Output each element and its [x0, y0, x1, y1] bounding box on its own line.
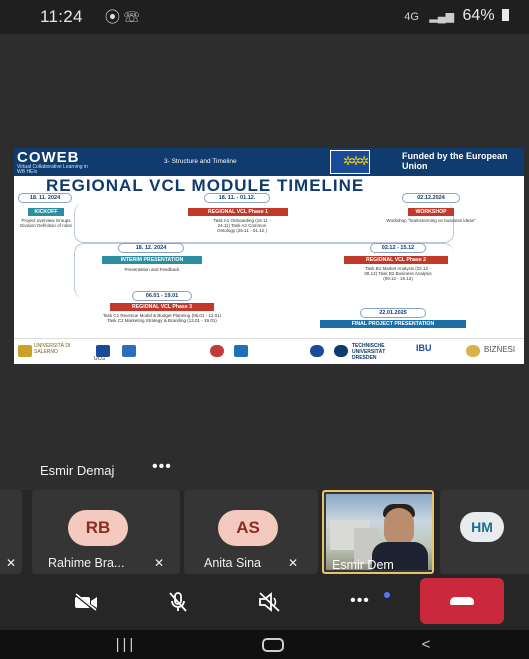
partner-logo-text: BIZNESI: [484, 345, 516, 354]
partner-logo-text: UCG: [94, 356, 106, 362]
milestone-date: 18. 11. - 01.12.: [204, 193, 270, 203]
participant-name: Anita Sina: [204, 556, 261, 570]
speaker-off-icon[interactable]: [250, 584, 290, 618]
call-controls: •••: [0, 574, 529, 630]
back-button[interactable]: <: [406, 636, 446, 654]
notification-dot: [384, 592, 390, 598]
milestone-date: 02.12 - 15.12: [370, 243, 426, 253]
video-person: [384, 508, 414, 546]
mic-muted-icon: ✕: [288, 556, 299, 570]
mic-muted-icon: ✕: [6, 556, 17, 570]
milestone-note: Task A1 Onboarding (18.11 - 24.11) Task …: [213, 218, 271, 233]
milestone-tag: REGIONAL VCL Phase 3: [110, 303, 214, 311]
university-logo-icon: [234, 345, 248, 357]
network-indicator: 4G: [404, 11, 419, 23]
phone-hangup-icon: [450, 597, 474, 605]
status-right: 4G ▂▄▆ 64%: [404, 7, 509, 25]
notification-icons: ⦿ ☏: [105, 9, 140, 26]
milestone-tag: REGIONAL VCL Phase 1: [188, 208, 288, 216]
active-speaker-name: Esmir Demaj: [40, 463, 115, 478]
university-logo-icon: [210, 345, 224, 357]
status-time: 11:24: [40, 7, 83, 26]
mic-off-icon[interactable]: [158, 584, 198, 618]
participant-tile[interactable]: ✕: [0, 490, 22, 574]
coweb-subtitle: Virtual Collaborative Learning in WB HEI…: [17, 164, 88, 175]
participant-tile[interactable]: AS Anita Sina ✕: [184, 490, 318, 574]
avatar: AS: [218, 510, 278, 546]
camera-off-icon[interactable]: [66, 584, 106, 618]
university-logo-icon: [122, 345, 136, 357]
eu-funding-text: Funded by the European Union: [402, 151, 508, 171]
milestone-note: Project overview Groups Division Definit…: [20, 218, 72, 228]
status-bar: 11:24 ⦿ ☏ 4G ▂▄▆ 64%: [0, 0, 529, 34]
milestone-note: Task B1 Market Analysis (02.12 - 08.12) …: [364, 266, 432, 281]
milestone-tag: WORKSHOP: [408, 208, 454, 216]
shared-slide: COWEB Virtual Collaborative Learning in …: [14, 148, 524, 364]
slide-section: 3- Structure and Timeline: [164, 158, 237, 165]
milestone-note: Task C1 Revenue Model & Budget Planning …: [102, 313, 222, 323]
speaker-more-button[interactable]: •••: [152, 458, 172, 476]
participant-tile-active[interactable]: Esmir Dem: [322, 490, 434, 574]
recents-button[interactable]: |||: [106, 636, 146, 654]
battery-icon: [502, 9, 509, 21]
partner-logos: UNIVERSITÀ DI SALERNO UCG TECHNISCHE UNI…: [14, 338, 524, 364]
avatar: HM: [460, 512, 504, 542]
slide-header: COWEB Virtual Collaborative Learning in …: [14, 148, 524, 176]
milestone-tag: KICKOFF: [28, 208, 64, 216]
milestone-note: Presentation and Feedback: [124, 267, 180, 272]
milestone-date: 18. 11. 2024: [18, 193, 72, 203]
mic-muted-icon: ✕: [154, 556, 165, 570]
milestone-tag: FINAL PROJECT PRESENTATION: [320, 320, 466, 328]
system-nav-bar: ||| <: [0, 630, 529, 659]
more-options-button[interactable]: •••: [340, 584, 380, 618]
milestone-tag: INTERIM PRESENTATION: [102, 256, 202, 264]
biznesi-logo-icon: [466, 345, 480, 357]
milestone-date: 22.01.2025: [360, 308, 426, 318]
partner-logo-text: IBU: [416, 343, 432, 353]
battery-level: 64%: [462, 7, 495, 24]
milestone-date: 02.12.2024: [402, 193, 460, 203]
participant-name: Esmir Dem: [332, 558, 394, 572]
participant-tile[interactable]: RB Rahime Bra... ✕: [32, 490, 180, 574]
milestone-date: 06.01 - 19.01: [132, 291, 192, 301]
signal-icon: ▂▄▆: [429, 11, 455, 23]
participant-name: Rahime Bra...: [48, 556, 125, 570]
home-button[interactable]: [262, 638, 284, 652]
avatar: RB: [68, 510, 128, 546]
milestone-note: Workshop "brainstorming on business idea…: [386, 218, 476, 223]
partner-logo-text: TECHNISCHE UNIVERSITÄT DRESDEN: [352, 343, 386, 361]
participant-tile[interactable]: HM: [440, 490, 529, 574]
university-logo-icon: [310, 345, 324, 357]
end-call-button[interactable]: [420, 578, 504, 624]
milestone-date: 18. 12. 2024: [118, 243, 184, 253]
eu-flag-icon: ✲✲✲: [330, 150, 370, 174]
partner-logo-text: UNIVERSITÀ DI SALERNO: [34, 343, 71, 355]
milestone-tag: REGIONAL VCL Phase 2: [344, 256, 448, 264]
participant-strip[interactable]: ✕ RB Rahime Bra... ✕ AS Anita Sina ✕ Esm…: [0, 490, 529, 574]
salerno-logo-icon: [18, 345, 32, 357]
tud-logo-icon: [334, 345, 348, 357]
